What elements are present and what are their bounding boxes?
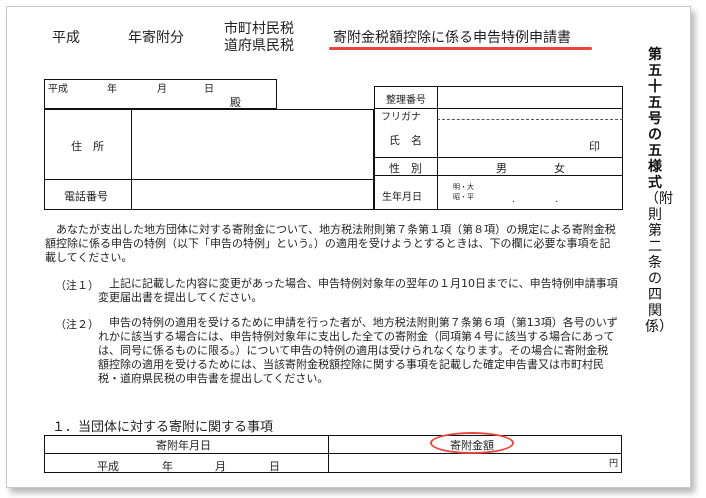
name-label: 氏 名 [389,134,422,147]
address-label: 住 所 [71,140,104,153]
donation-amount-field[interactable] [333,455,603,471]
phone-label: 電話番号 [64,190,108,203]
header-tax-prefectural: 道府県民税 [224,38,294,54]
header-era: 平成 [52,30,80,46]
side-form-number-paren: （附則第二条の四関係） [645,191,673,335]
furigana-label: フリガナ [381,112,421,123]
furigana-field[interactable] [441,109,619,119]
left-col-divider [131,109,132,210]
sex-option-male[interactable]: 男 [496,160,507,176]
side-form-number-bold: 第五十五号の五様式 [648,47,662,191]
note2-text: 申告の特例の適用を受けるために申請を行った者が、地方税法附則第７条第６項（第13… [98,316,618,385]
title-highlight-underline [329,47,592,50]
donation-table-header-divider [44,453,622,454]
intro-paragraph: あなたが支出した地方団体に対する寄附金について、地方税法附則第７条第１項（第８項… [45,223,616,264]
right-col-divider [437,86,438,210]
form-sheet: 平成 年寄附分 市町村民税 道府県民税 寄附金税額控除に係る申告特例申請書 第五… [6,6,691,488]
donation-row-year: 年 [162,460,173,473]
date-day: 日 [204,84,214,95]
furigana-dashed-line [437,119,623,120]
side-form-number: 第五十五号の五様式（附則第二条の四関係） [645,47,673,335]
donation-row-era: 平成 [97,460,119,473]
address-phone-divider [44,179,374,180]
birth-era-showa-heisei[interactable]: 昭・平 [453,193,474,202]
sex-option-female[interactable]: 女 [554,160,565,176]
yen-unit: 円 [609,459,619,469]
header-year-donation: 年寄附分 [128,30,184,46]
date-month: 月 [157,84,167,95]
note1-text: 上記に記載した内容に変更があった場合、申告特例対象年の翌年の１月10日までに、申… [98,277,618,304]
form-title: 寄附金税額控除に係る申告特例申請書 [333,30,571,46]
sex-label: 性 別 [389,162,422,175]
birth-label: 生年月日 [382,192,422,203]
note2-label: （注２） [55,318,99,331]
note1-label: （注１） [55,279,99,292]
seal-mark: 印 [589,140,600,153]
seiri-label: 整理番号 [386,95,426,106]
donation-row-day: 日 [269,460,280,473]
donation-row-month: 月 [215,460,226,473]
name-divider [374,157,623,158]
date-year: 年 [107,84,117,95]
phone-field[interactable] [135,183,369,207]
birth-date-dots: . . [512,194,559,205]
date-era: 平成 [48,84,68,95]
name-field[interactable] [441,121,581,155]
donation-table-col-divider [328,435,329,473]
seiri-field[interactable] [441,89,619,106]
section1-heading: １．当団体に対する寄附に関する事項 [52,420,274,435]
address-field[interactable] [135,113,369,175]
amount-highlight-circle [430,432,514,454]
birth-era-meiji-taisho[interactable]: 明・大 [453,183,474,192]
donation-col-date: 寄附年月日 [156,439,211,452]
addressee-suffix: 殿 [230,96,241,109]
